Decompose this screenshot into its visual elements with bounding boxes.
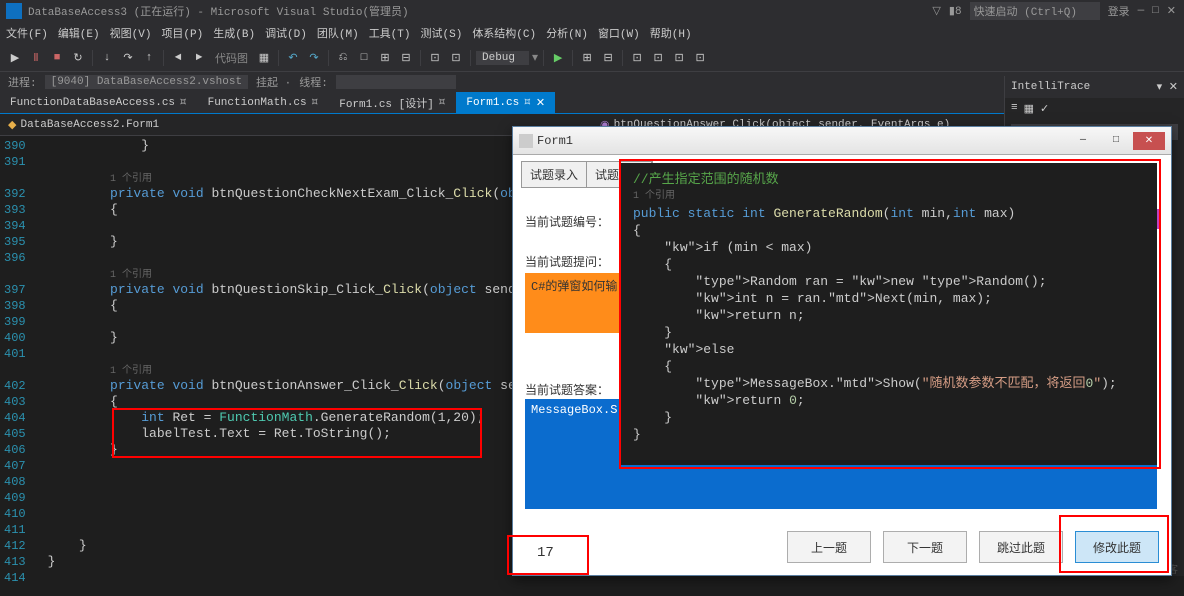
it-icon-c[interactable]: ✓ — [1040, 102, 1049, 116]
pause-icon[interactable]: Ⅱ — [27, 49, 45, 67]
tb-l[interactable]: ⊡ — [670, 49, 688, 67]
tb-h[interactable]: ⊞ — [578, 49, 596, 67]
redo-icon[interactable]: ↷ — [305, 49, 323, 67]
main-toolbar: ▶ Ⅱ ■ ↻ ↓ ↷ ↑ ◄ ► 代码图 ▦ ↶ ↷ ⎌ □ ⊞ ⊟ ⊡ ⊡ … — [0, 44, 1184, 72]
form1-title: Form1 — [537, 134, 573, 148]
tb-c[interactable]: ⊞ — [376, 49, 394, 67]
menu-item[interactable]: 调试(D) — [265, 25, 307, 41]
step-out-icon[interactable]: ↑ — [140, 49, 158, 67]
menu-item[interactable]: 团队(M) — [317, 25, 359, 41]
tb-m[interactable]: ⊡ — [691, 49, 709, 67]
undo-icon[interactable]: ↶ — [284, 49, 302, 67]
tb-b[interactable]: □ — [355, 49, 373, 67]
suspend-label[interactable]: 挂起 · — [256, 74, 291, 90]
intellitrace-title: IntelliTrace — [1011, 81, 1090, 93]
step-over-icon[interactable]: ↷ — [119, 49, 137, 67]
crumb-left[interactable]: DataBaseAccess2.Form1 — [20, 119, 159, 131]
nav-back-icon[interactable]: ◄ — [169, 49, 187, 67]
menu-bar: 文件(F) 编辑(E) 视图(V) 项目(P) 生成(B) 调试(D) 团队(M) 工具(T)… — [0, 22, 1184, 44]
menu-item[interactable]: 生成(B) — [213, 25, 255, 41]
close-button[interactable]: ✕ — [1167, 4, 1176, 18]
process-label: 进程: — [8, 74, 37, 90]
tb-g[interactable]: ▶ — [549, 49, 567, 67]
title-bar: DataBaseAccess3 (正在运行) - Microsoft Visua… — [0, 0, 1184, 22]
menu-item[interactable]: 工具(T) — [369, 25, 411, 41]
flag-icon[interactable]: ▮8 — [949, 4, 962, 18]
nav-fwd-icon[interactable]: ► — [190, 49, 208, 67]
minimize-button[interactable]: — — [1138, 5, 1145, 17]
menu-item[interactable]: 窗口(W) — [598, 25, 640, 41]
fold-margin[interactable] — [32, 136, 46, 596]
label-question-id: 当前试题编号： — [525, 213, 609, 230]
quick-launch-input[interactable]: 快速启动 (Ctrl+Q) — [970, 2, 1100, 20]
form1-titlebar[interactable]: Form1 — □ ✕ — [513, 127, 1171, 155]
form-icon — [519, 134, 533, 148]
step-into-icon[interactable]: ↓ — [98, 49, 116, 67]
process-dropdown[interactable]: [9040] DataBaseAccess2.vshost — [45, 75, 248, 89]
label-answer: 当前试题答案： — [525, 381, 609, 398]
continue-icon[interactable]: ▶ — [6, 49, 24, 67]
stop-icon[interactable]: ■ — [48, 49, 66, 67]
codemap-label: 代码图 — [215, 50, 248, 66]
form-close-button[interactable]: ✕ — [1133, 132, 1165, 150]
tb-f[interactable]: ⊡ — [447, 49, 465, 67]
menu-item[interactable]: 测试(S) — [421, 25, 463, 41]
tb-d[interactable]: ⊟ — [397, 49, 415, 67]
it-icon-b[interactable]: ▦ — [1024, 102, 1034, 116]
form-maximize-button[interactable]: □ — [1100, 132, 1132, 150]
tab-input[interactable]: 试题录入 — [522, 162, 587, 187]
thread-label: 线程: — [299, 74, 328, 90]
skip-button[interactable]: 跳过此题 — [979, 531, 1063, 563]
document-tab[interactable]: FunctionDataBaseAccess.cs ⯏ — [0, 92, 198, 113]
config-dropdown[interactable]: Debug — [476, 51, 529, 65]
tb-k[interactable]: ⊡ — [649, 49, 667, 67]
tb-i[interactable]: ⊟ — [599, 49, 617, 67]
prev-button[interactable]: 上一题 — [787, 531, 871, 563]
restart-icon[interactable]: ↻ — [69, 49, 87, 67]
tb-j[interactable]: ⊡ — [628, 49, 646, 67]
document-tab[interactable]: Form1.cs ⯏ ✕ — [456, 92, 555, 113]
window-title: DataBaseAccess3 (正在运行) - Microsoft Visua… — [28, 3, 409, 19]
label-question-text: 当前试题提问： — [525, 253, 609, 270]
menu-item[interactable]: 帮助(H) — [650, 25, 692, 41]
menu-item[interactable]: 项目(P) — [161, 25, 203, 41]
tb-a[interactable]: ⎌ — [334, 49, 352, 67]
menu-item[interactable]: 文件(F) — [6, 25, 48, 41]
document-tab[interactable]: FunctionMath.cs ⯏ — [198, 92, 330, 113]
line-gutter: 3903913923933943953963973983994004014024… — [0, 136, 32, 596]
next-button[interactable]: 下一题 — [883, 531, 967, 563]
modify-button[interactable]: 修改此题 — [1075, 531, 1159, 563]
document-tab[interactable]: Form1.cs [设计] ⯏ — [329, 92, 456, 113]
notification-icon[interactable]: ▽ — [932, 4, 940, 18]
menu-item[interactable]: 分析(N) — [546, 25, 588, 41]
output-label: 17 — [537, 545, 554, 561]
menu-item[interactable]: 体系结构(C) — [472, 25, 536, 41]
tb-e[interactable]: ⊡ — [426, 49, 444, 67]
maximize-button[interactable]: □ — [1152, 5, 1159, 17]
form1-window: Form1 — □ ✕ 试题录入 试题查看 当前试题编号： 当前试题提问： 时间… — [512, 126, 1172, 576]
vs-icon — [6, 3, 22, 19]
menu-item[interactable]: 编辑(E) — [58, 25, 100, 41]
form-minimize-button[interactable]: — — [1067, 132, 1099, 150]
it-icon-a[interactable]: ≡ — [1011, 102, 1018, 116]
login-link[interactable]: 登录 — [1108, 3, 1130, 19]
code-tooltip: //产生指定范围的随机数1 个引用public static int Gener… — [621, 163, 1157, 465]
codemap-icon[interactable]: ▦ — [255, 49, 273, 67]
menu-item[interactable]: 视图(V) — [110, 25, 152, 41]
thread-dropdown[interactable] — [336, 75, 456, 89]
